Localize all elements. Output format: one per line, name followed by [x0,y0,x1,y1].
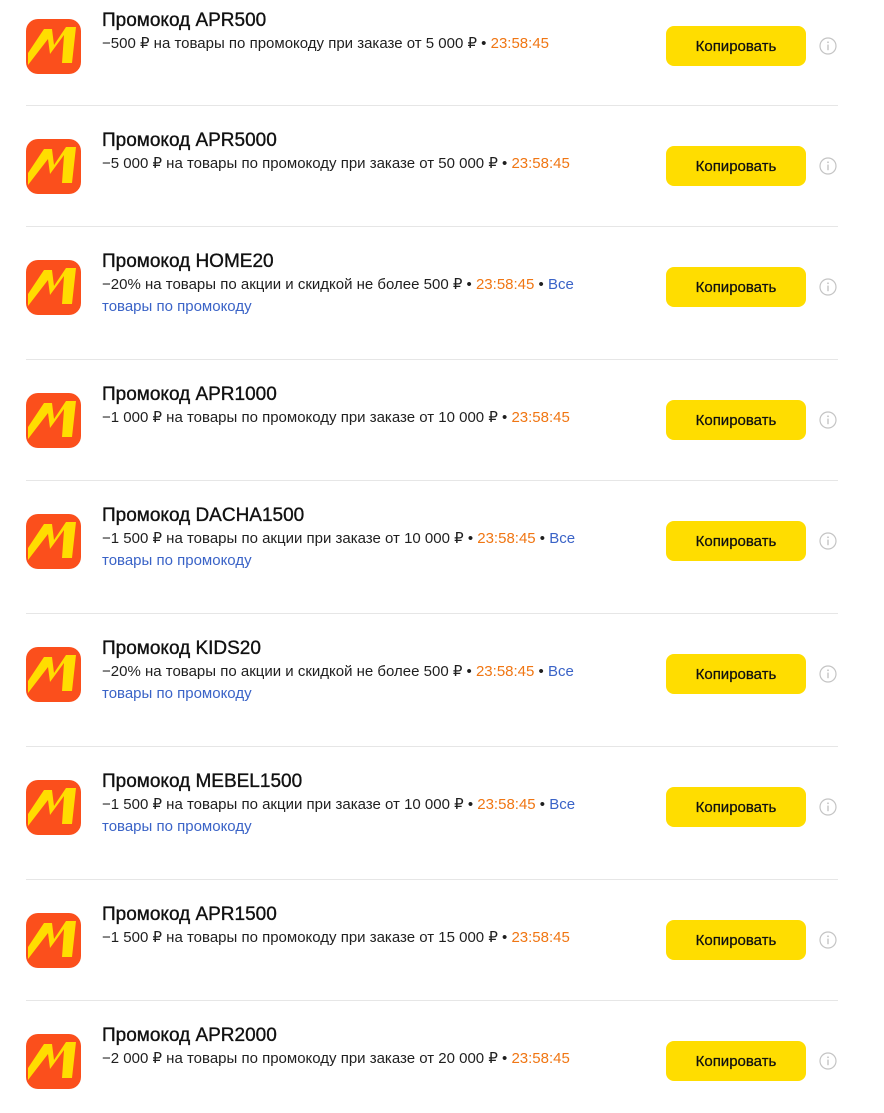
promo-text: Промокод MEBEL1500 −1 500 ₽ на товары по … [102,771,622,838]
promo-row: Промокод APR1000 −1 000 ₽ на товары по пр… [26,360,838,481]
promo-title: Промокод MEBEL1500 [102,771,303,792]
promo-description: −1 500 ₽ на товары по акции при заказе о… [102,530,464,547]
bullet-separator: • [535,796,550,813]
promo-row: Промокод KIDS20 −20% на товары по акции и… [26,614,838,747]
promo-description-line: −500 ₽ на товары по промокоду при заказе… [102,33,622,55]
copy-promo-button[interactable]: Копировать [666,267,806,307]
bullet-separator: • [535,530,550,547]
copy-promo-button[interactable]: Копировать [666,920,806,960]
promo-timer: 23:58:45 [475,276,535,293]
bullet-separator: • [497,155,512,172]
promo-description: −500 ₽ на товары по промокоду при заказе… [102,35,478,52]
promo-timer: 23:58:45 [511,929,570,946]
promo-row: Промокод HOME20 −20% на товары по акции и… [26,227,838,360]
bullet-separator: • [463,796,478,813]
promo-text: Промокод DACHA1500 −1 500 ₽ на товары по … [102,505,622,572]
promo-description-line: −1 000 ₽ на товары по промокоду при зака… [102,407,622,429]
promo-text: Промокод APR5000 −5 000 ₽ на товары по пр… [102,130,622,175]
yandex-market-logo-icon [26,1034,81,1089]
promo-title: Промокод DACHA1500 [102,505,305,526]
promo-row: Промокод APR2000 −2 000 ₽ на товары по пр… [26,1001,838,1112]
copy-promo-button[interactable]: Копировать [666,521,806,561]
info-icon[interactable] [819,157,837,175]
promo-title: Промокод HOME20 [102,251,274,272]
promo-description-line: −1 500 ₽ на товары по промокоду при зака… [102,927,622,949]
promo-timer: 23:58:45 [511,1050,570,1067]
promo-description-line: −20% на товары по акции и скидкой не бол… [102,661,622,705]
promo-text: Промокод APR1500 −1 500 ₽ на товары по пр… [102,904,622,949]
yandex-market-logo-icon [26,647,81,702]
promo-title: Промокод APR1500 [102,904,277,925]
promo-description-line: −1 500 ₽ на товары по акции при заказе о… [102,528,622,572]
promo-text: Промокод APR500 −500 ₽ на товары по промо… [102,10,622,55]
copy-promo-button[interactable]: Копировать [666,26,806,66]
promo-description-line: −1 500 ₽ на товары по акции при заказе о… [102,794,622,838]
promo-timer: 23:58:45 [477,530,536,547]
promo-row: Промокод DACHA1500 −1 500 ₽ на товары по … [26,481,838,614]
bullet-separator: • [534,663,548,680]
yandex-market-logo-icon [26,139,81,194]
info-icon[interactable] [819,37,837,55]
promo-timer: 23:58:45 [490,35,549,52]
promo-row: Промокод APR5000 −5 000 ₽ на товары по пр… [26,106,838,227]
bullet-separator: • [463,530,478,547]
promo-timer: 23:58:45 [511,155,570,172]
yandex-market-logo-icon [26,913,81,968]
promo-timer: 23:58:45 [475,663,535,680]
bullet-separator: • [462,663,476,680]
yandex-market-logo-icon [26,260,81,315]
info-icon[interactable] [819,931,837,949]
copy-promo-button[interactable]: Копировать [666,1041,806,1081]
info-icon[interactable] [819,411,837,429]
promo-description: −20% на товары по акции и скидкой не бол… [102,276,463,293]
promo-timer: 23:58:45 [511,409,570,426]
copy-promo-button[interactable]: Копировать [666,787,806,827]
promo-description: −1 000 ₽ на товары по промокоду при зака… [102,409,498,426]
info-icon[interactable] [819,1052,837,1070]
promo-text: Промокод APR1000 −1 000 ₽ на товары по пр… [102,384,622,429]
yandex-market-logo-icon [26,514,81,569]
promo-text: Промокод HOME20 −20% на товары по акции и… [102,251,622,318]
promo-title: Промокод APR5000 [102,130,277,151]
promo-row: Промокод APR1500 −1 500 ₽ на товары по пр… [26,880,838,1001]
yandex-market-logo-icon [26,393,81,448]
promo-description: −1 500 ₽ на товары по промокоду при зака… [102,929,498,946]
copy-promo-button[interactable]: Копировать [666,654,806,694]
promo-description-line: −5 000 ₽ на товары по промокоду при зака… [102,153,622,175]
bullet-separator: • [497,929,512,946]
bullet-separator: • [534,276,548,293]
promo-description-line: −2 000 ₽ на товары по промокоду при зака… [102,1048,622,1070]
promo-title: Промокод KIDS20 [102,638,261,659]
promo-title: Промокод APR1000 [102,384,277,405]
promo-text: Промокод APR2000 −2 000 ₽ на товары по пр… [102,1025,622,1070]
yandex-market-logo-icon [26,19,81,74]
promo-row: Промокод APR500 −500 ₽ на товары по промо… [26,0,838,106]
promo-description: −2 000 ₽ на товары по промокоду при зака… [102,1050,498,1067]
promo-description: −1 500 ₽ на товары по акции при заказе о… [102,796,464,813]
bullet-separator: • [477,35,491,52]
promo-description: −20% на товары по акции и скидкой не бол… [102,663,463,680]
info-icon[interactable] [819,532,837,550]
info-icon[interactable] [819,665,837,683]
promo-timer: 23:58:45 [477,796,536,813]
copy-promo-button[interactable]: Копировать [666,400,806,440]
promo-title: Промокод APR2000 [102,1025,277,1046]
bullet-separator: • [462,276,476,293]
info-icon[interactable] [819,278,837,296]
copy-promo-button[interactable]: Копировать [666,146,806,186]
bullet-separator: • [497,409,512,426]
yandex-market-logo-icon [26,780,81,835]
bullet-separator: • [497,1050,512,1067]
promo-description-line: −20% на товары по акции и скидкой не бол… [102,274,622,318]
promo-description: −5 000 ₽ на товары по промокоду при зака… [102,155,498,172]
promo-text: Промокод KIDS20 −20% на товары по акции и… [102,638,622,705]
info-icon[interactable] [819,798,837,816]
promo-title: Промокод APR500 [102,10,267,31]
promo-row: Промокод MEBEL1500 −1 500 ₽ на товары по … [26,747,838,880]
